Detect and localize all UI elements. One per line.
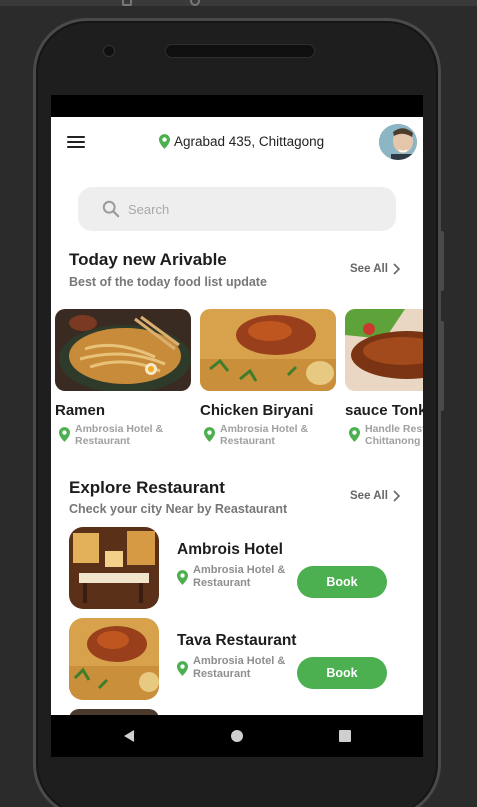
restaurant-row[interactable]: Ambrois Hotel Ambrosia Hotel & Restauran… bbox=[69, 527, 405, 609]
food-name: Chicken Biryani bbox=[200, 402, 314, 419]
square-recent-apps-icon[interactable] bbox=[339, 730, 351, 742]
location-pin-icon bbox=[177, 661, 188, 676]
food-address-line: Ambrosia Hotel & bbox=[220, 423, 309, 435]
food-location: Ambrosia Hotel & Restaurant bbox=[59, 423, 191, 447]
search-bar[interactable]: Search bbox=[78, 187, 396, 231]
restaurant-name: Ambrois Hotel bbox=[177, 541, 283, 558]
emulator-tool-icon[interactable] bbox=[190, 0, 200, 6]
explore-section-subtitle: Check your city Near by Reastaurant bbox=[69, 502, 288, 516]
android-nav-bar bbox=[51, 715, 423, 757]
today-see-all-button[interactable]: See All bbox=[350, 263, 400, 275]
food-address-line: Restaurant bbox=[220, 435, 275, 447]
avatar-photo bbox=[379, 124, 417, 160]
restaurant-location: Ambrosia Hotel & Restaurant bbox=[177, 655, 289, 681]
today-section-subtitle: Best of the today food list update bbox=[69, 275, 267, 289]
restaurant-address: Ambrosia Hotel & Restaurant bbox=[193, 564, 286, 589]
search-input[interactable]: Search bbox=[128, 202, 169, 217]
explore-section-title: Explore Restaurant bbox=[69, 478, 225, 497]
food-card-ramen[interactable]: Ramen Ambrosia Hotel & Restaurant bbox=[55, 309, 191, 447]
emulator-tool-icon[interactable] bbox=[122, 0, 132, 6]
today-section-title: Today new Arivable bbox=[69, 250, 227, 269]
food-card-sauce-tonk[interactable]: sauce Tonk Handle Rest Chittanong bbox=[345, 309, 423, 447]
location-label: Agrabad 435, Chittagong bbox=[174, 134, 325, 149]
earpiece-speaker bbox=[165, 44, 315, 58]
food-address: Ambrosia Hotel & Restaurant bbox=[220, 423, 330, 447]
search-icon bbox=[102, 200, 120, 218]
food-address: Handle Rest Chittanong bbox=[365, 423, 423, 447]
menu-icon[interactable] bbox=[67, 136, 85, 149]
restaurant-name: Tava Restaurant bbox=[177, 632, 297, 649]
app-bar: Agrabad 435, Chittagong bbox=[51, 117, 423, 167]
front-camera bbox=[103, 45, 115, 57]
chevron-right-icon bbox=[393, 263, 400, 275]
food-address: Ambrosia Hotel & Restaurant bbox=[75, 423, 185, 447]
location-pin-icon bbox=[204, 427, 215, 442]
restaurant-row[interactable]: Tava Restaurant Ambrosia Hotel & Restaur… bbox=[69, 618, 405, 700]
see-all-label: See All bbox=[350, 263, 388, 275]
see-all-label: See All bbox=[350, 490, 388, 502]
app-screen: Agrabad 435, Chittagong Search Today new… bbox=[51, 95, 423, 757]
food-card-chicken-biryani[interactable]: Chicken Biryani Ambrosia Hotel & Restaur… bbox=[200, 309, 336, 447]
food-location: Ambrosia Hotel & Restaurant bbox=[204, 423, 336, 447]
explore-see-all-button[interactable]: See All bbox=[350, 490, 400, 502]
food-address-line: Chittanong bbox=[365, 435, 421, 447]
volume-button[interactable] bbox=[440, 231, 444, 291]
food-image-ramen bbox=[55, 309, 191, 391]
restaurant-address: Ambrosia Hotel & Restaurant bbox=[193, 655, 286, 680]
location-pin-icon bbox=[349, 427, 360, 442]
emulator-top-strip bbox=[0, 0, 477, 6]
food-image-sauce bbox=[345, 309, 423, 391]
location-pin-icon bbox=[159, 134, 170, 149]
triangle-back-icon[interactable] bbox=[122, 729, 136, 743]
restaurant-location: Ambrosia Hotel & Restaurant bbox=[177, 564, 289, 590]
restaurant-image bbox=[69, 618, 159, 700]
food-name: Ramen bbox=[55, 402, 106, 419]
current-location[interactable]: Agrabad 435, Chittagong bbox=[159, 134, 324, 149]
location-pin-icon bbox=[59, 427, 70, 442]
book-button[interactable]: Book bbox=[297, 657, 387, 689]
user-avatar[interactable] bbox=[379, 124, 417, 160]
restaurant-image bbox=[69, 527, 159, 609]
chevron-right-icon bbox=[393, 490, 400, 502]
food-image-biryani bbox=[200, 309, 336, 391]
food-address-line: Restaurant bbox=[75, 435, 130, 447]
food-location: Handle Rest Chittanong bbox=[349, 423, 423, 447]
power-button[interactable] bbox=[440, 321, 444, 411]
food-name: sauce Tonk bbox=[345, 402, 423, 419]
circle-home-icon[interactable] bbox=[231, 730, 243, 742]
book-button[interactable]: Book bbox=[297, 566, 387, 598]
food-address-line: Ambrosia Hotel & bbox=[75, 423, 164, 435]
status-bar bbox=[51, 95, 423, 117]
location-pin-icon bbox=[177, 570, 188, 585]
food-address-line: Handle Rest bbox=[365, 423, 423, 435]
